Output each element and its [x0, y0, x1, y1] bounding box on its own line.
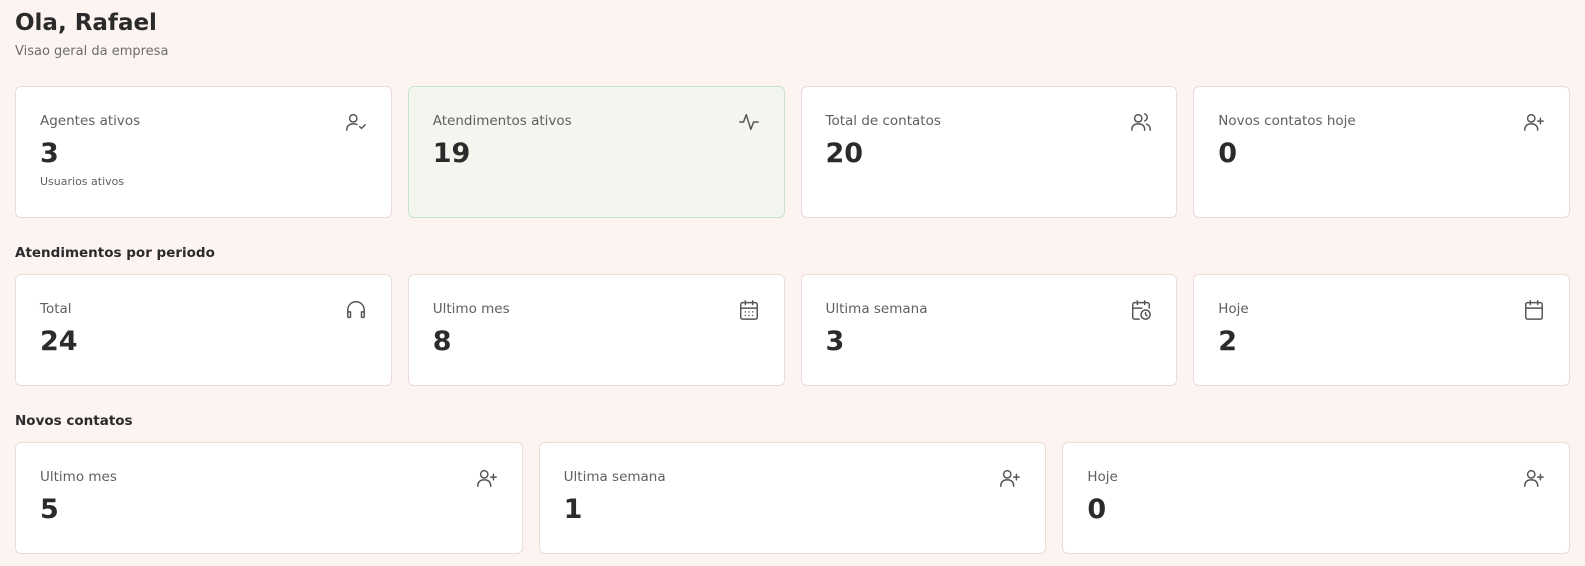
- card-atendimentos-ativos: Atendimentos ativos 19: [407, 86, 785, 218]
- card-atendimentos-ultimo-mes: Ultimo mes 8: [407, 274, 785, 386]
- user-check-icon: [345, 111, 367, 133]
- user-plus-icon: [1523, 111, 1545, 133]
- page-subtitle: Visao geral da empresa: [15, 44, 169, 59]
- card-label: Ultima semana: [563, 469, 666, 485]
- calendar-clock-icon: [1130, 299, 1152, 321]
- card-value: 5: [40, 494, 59, 525]
- card-value: 0: [1218, 138, 1238, 169]
- card-contatos-hoje: Hoje 0: [1062, 442, 1570, 554]
- card-value: 8: [432, 326, 452, 357]
- card-value: 20: [825, 138, 864, 169]
- card-label: Atendimentos ativos: [432, 113, 572, 129]
- card-value: 1: [563, 494, 583, 525]
- dashboard-page: Ola, Rafael Visao geral da empresa Agent…: [0, 0, 1585, 554]
- headphones-icon: [345, 299, 367, 321]
- calendar-icon: [1523, 299, 1545, 321]
- card-contatos-ultimo-mes: Ultimo mes 5: [15, 442, 523, 554]
- card-value: 0: [1087, 494, 1107, 525]
- card-value: 24: [40, 326, 78, 357]
- card-label: Hoje: [1087, 469, 1118, 485]
- card-agentes-ativos: Agentes ativos 3 Usuarios ativos: [15, 86, 392, 218]
- card-label: Agentes ativos: [40, 113, 141, 129]
- activity-icon: [738, 111, 760, 133]
- card-contatos-ultima-semana: Ultima semana 1: [538, 442, 1047, 554]
- section-title-atendimentos-periodo: Atendimentos por periodo: [15, 245, 215, 261]
- card-label: Hoje: [1218, 301, 1249, 317]
- section-title-novos-contatos: Novos contatos: [15, 413, 133, 429]
- card-label: Novos contatos hoje: [1218, 113, 1356, 129]
- card-value: 19: [432, 138, 471, 169]
- calendar-days-icon: [738, 299, 760, 321]
- card-label: Ultimo mes: [40, 469, 117, 485]
- users-icon: [1130, 111, 1152, 133]
- card-atendimentos-total: Total 24: [15, 274, 392, 386]
- card-label: Total de contatos: [825, 113, 941, 129]
- card-atendimentos-hoje: Hoje 2: [1193, 274, 1570, 386]
- page-title: Ola, Rafael: [15, 10, 157, 36]
- card-total-contatos: Total de contatos 20: [800, 86, 1178, 218]
- card-label: Total: [40, 301, 72, 317]
- overview-cards: Agentes ativos 3 Usuarios ativos Atendim…: [15, 86, 1570, 218]
- card-subtext: Usuarios ativos: [40, 175, 125, 188]
- contacts-cards: Ultimo mes 5 Ultima semana 1 Hoje 0: [15, 442, 1570, 554]
- card-label: Ultimo mes: [432, 301, 510, 317]
- user-plus-icon: [999, 467, 1021, 489]
- user-plus-icon: [1523, 467, 1545, 489]
- card-value: 3: [825, 326, 845, 357]
- card-value: 2: [1218, 326, 1238, 357]
- period-cards: Total 24 Ultimo mes 8 Ultima semana 3 Ho…: [15, 274, 1570, 386]
- card-value: 3: [40, 138, 59, 169]
- card-atendimentos-ultima-semana: Ultima semana 3: [800, 274, 1178, 386]
- card-label: Ultima semana: [825, 301, 928, 317]
- card-novos-contatos-hoje: Novos contatos hoje 0: [1193, 86, 1570, 218]
- user-plus-icon: [476, 467, 498, 489]
